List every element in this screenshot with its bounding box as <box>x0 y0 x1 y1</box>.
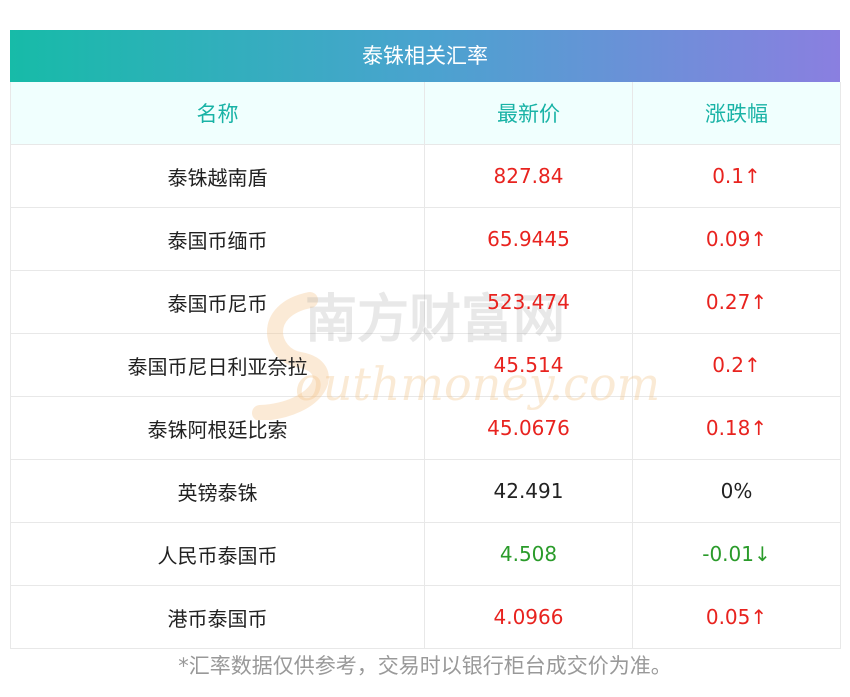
table-row: 泰国币尼币 523.474 0.27↑ <box>10 270 841 334</box>
table-row: 泰铢越南盾 827.84 0.1↑ <box>10 144 841 208</box>
row-name: 泰国币缅币 <box>10 207 425 271</box>
row-change: 0% <box>632 459 841 523</box>
row-name: 泰国币尼日利亚奈拉 <box>10 333 425 397</box>
table-row: 泰国币尼日利亚奈拉 45.514 0.2↑ <box>10 333 841 397</box>
header-row: 名称 最新价 涨跌幅 <box>10 82 841 145</box>
row-change: 0.1↑ <box>632 144 841 208</box>
row-price: 523.474 <box>424 270 633 334</box>
row-change: 0.2↑ <box>632 333 841 397</box>
table-row: 港币泰国币 4.0966 0.05↑ <box>10 585 841 649</box>
row-change: 0.18↑ <box>632 396 841 460</box>
row-change: -0.01↓ <box>632 522 841 586</box>
row-name: 英镑泰铢 <box>10 459 425 523</box>
row-price: 42.491 <box>424 459 633 523</box>
table-row: 泰铢阿根廷比索 45.0676 0.18↑ <box>10 396 841 460</box>
row-price: 65.9445 <box>424 207 633 271</box>
row-name: 人民币泰国币 <box>10 522 425 586</box>
row-price: 4.508 <box>424 522 633 586</box>
row-change: 0.05↑ <box>632 585 841 649</box>
table-row: 人民币泰国币 4.508 -0.01↓ <box>10 522 841 586</box>
row-name: 泰国币尼币 <box>10 270 425 334</box>
row-name: 泰铢越南盾 <box>10 144 425 208</box>
row-price: 45.514 <box>424 333 633 397</box>
exchange-rate-table: 泰铢相关汇率 名称 最新价 涨跌幅 泰铢越南盾 827.84 0.1↑ 泰国币缅… <box>10 30 841 649</box>
row-name: 港币泰国币 <box>10 585 425 649</box>
row-change: 0.09↑ <box>632 207 841 271</box>
table-title: 泰铢相关汇率 <box>10 30 840 82</box>
row-price: 4.0966 <box>424 585 633 649</box>
header-price: 最新价 <box>424 82 633 145</box>
row-price: 45.0676 <box>424 396 633 460</box>
header-change: 涨跌幅 <box>632 82 841 145</box>
header-name: 名称 <box>10 82 425 145</box>
table-row: 泰国币缅币 65.9445 0.09↑ <box>10 207 841 271</box>
table-row: 英镑泰铢 42.491 0% <box>10 459 841 523</box>
row-change: 0.27↑ <box>632 270 841 334</box>
row-price: 827.84 <box>424 144 633 208</box>
rate-table: 名称 最新价 涨跌幅 泰铢越南盾 827.84 0.1↑ 泰国币缅币 65.94… <box>10 82 841 649</box>
disclaimer-note: *汇率数据仅供参考，交易时以银行柜台成交价为准。 <box>178 654 672 678</box>
row-name: 泰铢阿根廷比索 <box>10 396 425 460</box>
